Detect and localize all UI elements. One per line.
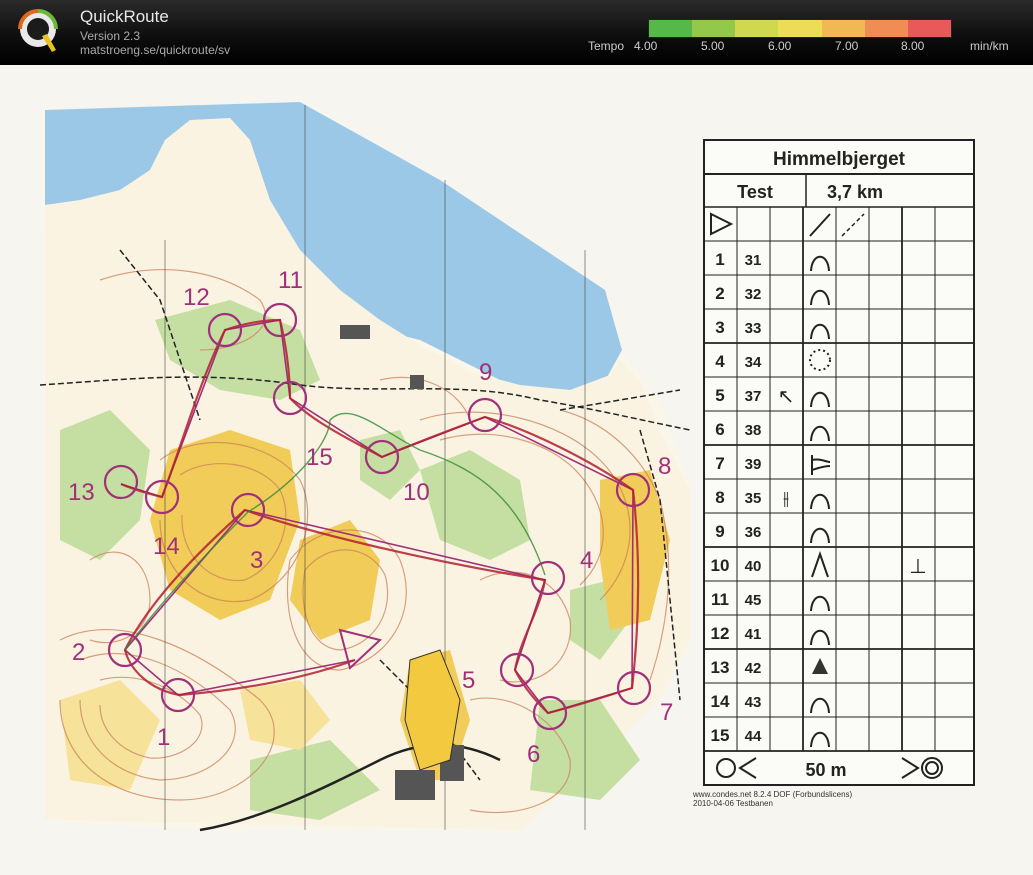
sheet-footer: 2010-04-06 Testbanen <box>693 799 773 808</box>
control-code: 45 <box>745 592 762 609</box>
control-code: 34 <box>745 354 762 371</box>
control-number: 9 <box>479 359 492 386</box>
map-canvas[interactable]: 1 2 3 4 5 6 7 8 9 10 11 12 13 14 15 Himm… <box>0 65 1033 875</box>
tempo-color-scale <box>648 19 952 38</box>
course-distance: 3,7 km <box>827 182 883 202</box>
scale-segment <box>864 20 908 37</box>
event-name: Himmelbjerget <box>773 149 906 170</box>
control-number: 6 <box>527 741 540 768</box>
control-code: 43 <box>745 694 762 711</box>
row-number: 11 <box>711 590 729 609</box>
control-number: 4 <box>580 547 593 574</box>
row-number: 6 <box>715 420 724 439</box>
tempo-tick: 6.00 <box>768 39 792 53</box>
control-code: 33 <box>745 320 762 337</box>
control-description-sheet: Himmelbjerget Test 3,7 km 1 2 3 4 5 6 7 … <box>692 139 975 808</box>
scale-segment <box>692 20 736 37</box>
row-number: 7 <box>715 454 724 473</box>
class-name: Test <box>737 182 773 202</box>
control-number: 14 <box>153 533 180 560</box>
row-number: 9 <box>715 522 724 541</box>
app-header: QuickRoute Version 2.3 matstroeng.se/qui… <box>0 0 1033 65</box>
scale-segment <box>778 20 822 37</box>
tempo-unit: min/km <box>970 39 1009 53</box>
control-code: 31 <box>745 252 762 269</box>
between-symbol-icon: ⫲ <box>783 488 789 508</box>
row-number: 12 <box>711 624 730 643</box>
row-number: 13 <box>711 658 730 677</box>
app-title: QuickRoute <box>80 7 169 26</box>
control-code: 42 <box>745 660 762 677</box>
row-number: 8 <box>715 488 724 507</box>
control-code: 35 <box>745 490 762 507</box>
row-number: 10 <box>711 556 730 575</box>
row-number: 4 <box>715 352 725 371</box>
scale-segment <box>649 20 693 37</box>
tempo-tick: 4.00 <box>634 39 658 53</box>
direction-arrow-icon: ↖ <box>778 386 795 408</box>
row-number: 1 <box>715 250 724 269</box>
scale-segment <box>821 20 865 37</box>
scale-segment <box>907 20 951 37</box>
control-code: 41 <box>745 626 762 643</box>
control-number: 3 <box>250 547 263 574</box>
app-version: Version 2.3 <box>80 29 141 43</box>
tempo-tick: 7.00 <box>835 39 859 53</box>
control-code: 39 <box>745 456 762 473</box>
control-number: 12 <box>183 284 210 311</box>
sheet-footer: www.condes.net 8.2.4 DOF (Forbundslicens… <box>692 790 853 799</box>
foot-symbol-icon: ⊥ <box>909 556 926 578</box>
control-number: 10 <box>403 479 430 506</box>
row-number: 5 <box>715 386 724 405</box>
control-number: 13 <box>68 479 95 506</box>
tempo-tick: 5.00 <box>701 39 725 53</box>
control-number: 5 <box>462 667 475 694</box>
control-number: 2 <box>72 639 85 666</box>
control-number: 8 <box>658 453 671 480</box>
control-code: 40 <box>745 558 762 575</box>
quickroute-logo-icon <box>18 9 58 52</box>
scale-segment <box>735 20 779 37</box>
row-number: 15 <box>711 726 730 745</box>
row-number: 3 <box>715 318 724 337</box>
control-codes-col: 31 32 33 34 37 38 39 35 36 40 45 41 42 4… <box>745 252 762 745</box>
control-number: 15 <box>306 444 333 471</box>
control-code: 37 <box>745 388 762 405</box>
control-number: 7 <box>660 699 673 726</box>
finish-distance: 50 m <box>805 760 846 780</box>
control-code: 44 <box>745 728 762 745</box>
row-number: 14 <box>711 692 730 711</box>
control-code: 32 <box>745 286 762 303</box>
control-number: 11 <box>278 267 303 294</box>
control-number: 1 <box>157 724 170 751</box>
control-code: 36 <box>745 524 762 541</box>
tempo-label: Tempo <box>588 39 625 53</box>
row-number: 2 <box>715 284 724 303</box>
app-url[interactable]: matstroeng.se/quickroute/sv <box>80 43 230 57</box>
control-code: 38 <box>745 422 762 439</box>
tempo-tick: 8.00 <box>901 39 925 53</box>
